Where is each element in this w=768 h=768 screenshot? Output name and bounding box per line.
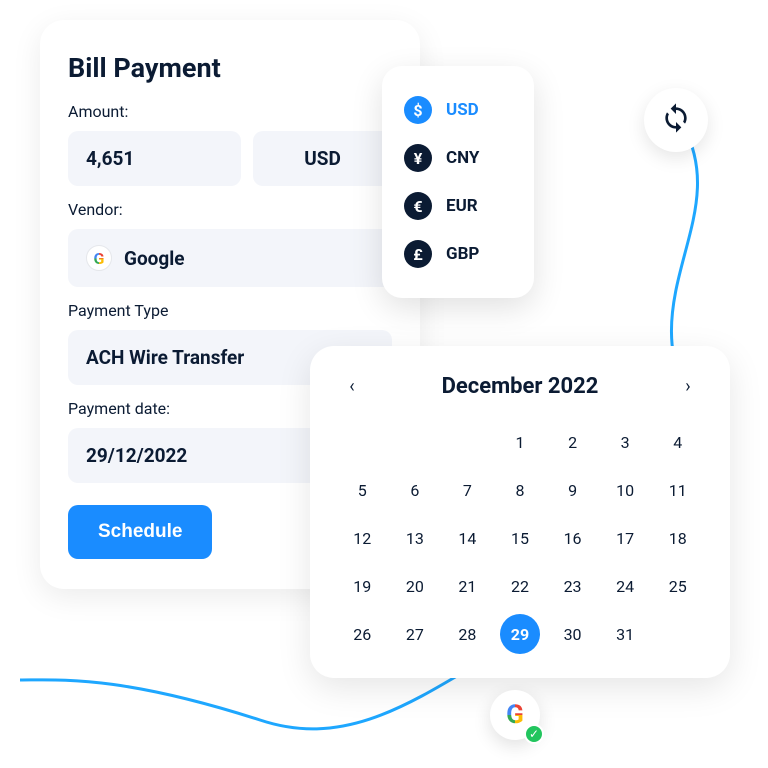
google-icon: G [506, 700, 524, 730]
calendar-day[interactable]: 27 [391, 614, 440, 654]
calendar-day[interactable]: 31 [601, 614, 650, 654]
payment-date-value: 29/12/2022 [86, 444, 187, 467]
calendar-day[interactable]: 28 [443, 614, 492, 654]
calendar-month-label: December 2022 [442, 374, 599, 399]
calendar-day[interactable]: 7 [443, 470, 492, 510]
calendar-prev-button[interactable]: ‹ [338, 372, 366, 400]
amount-input[interactable]: 4,651 [68, 131, 241, 186]
calendar-day[interactable]: 18 [653, 518, 702, 558]
calendar-day[interactable]: 8 [496, 470, 545, 510]
check-icon: ✓ [524, 724, 544, 744]
calendar-day[interactable]: 23 [548, 566, 597, 606]
currency-option-usd[interactable]: $ USD [402, 86, 514, 134]
calendar-day[interactable]: 15 [496, 518, 545, 558]
calendar-next-button[interactable]: › [674, 372, 702, 400]
calendar-day[interactable]: 21 [443, 566, 492, 606]
currency-option-cny[interactable]: ¥ CNY [402, 134, 514, 182]
calendar-day-empty [391, 422, 440, 462]
schedule-label: Schedule [98, 521, 182, 542]
currency-code-label: GBP [446, 244, 479, 264]
calendar-day[interactable]: 29 [500, 614, 540, 654]
refresh-badge[interactable] [644, 88, 708, 152]
calendar-day[interactable]: 20 [391, 566, 440, 606]
currency-value: USD [304, 147, 341, 170]
calendar-day[interactable]: 16 [548, 518, 597, 558]
card-title: Bill Payment [68, 52, 392, 84]
calendar-popover: ‹ December 2022 › 1234567891011121314151… [310, 346, 730, 678]
calendar-day[interactable]: 2 [548, 422, 597, 462]
vendor-label: Vendor: [68, 200, 392, 219]
calendar-grid: 1234567891011121314151617181920212223242… [338, 422, 702, 654]
vendor-select[interactable]: G Google [68, 229, 392, 287]
calendar-day[interactable]: 14 [443, 518, 492, 558]
currency-select[interactable]: USD [253, 131, 392, 186]
calendar-day[interactable]: 5 [338, 470, 387, 510]
chevron-left-icon: ‹ [349, 376, 354, 397]
payment-type-value: ACH Wire Transfer [86, 346, 244, 369]
calendar-day[interactable]: 13 [391, 518, 440, 558]
vendor-badge: G ✓ [490, 690, 540, 740]
calendar-day-empty [443, 422, 492, 462]
amount-value: 4,651 [86, 147, 134, 170]
refresh-icon [660, 102, 692, 138]
vendor-name: Google [124, 247, 185, 270]
currency-option-eur[interactable]: € EUR [402, 182, 514, 230]
currency-code-label: CNY [446, 148, 479, 168]
calendar-day[interactable]: 19 [338, 566, 387, 606]
currency-symbol-icon: £ [404, 240, 432, 268]
payment-type-label: Payment Type [68, 301, 392, 320]
calendar-day[interactable]: 4 [653, 422, 702, 462]
currency-option-gbp[interactable]: £ GBP [402, 230, 514, 278]
calendar-day[interactable]: 6 [391, 470, 440, 510]
amount-label: Amount: [68, 102, 392, 121]
calendar-day-empty [338, 422, 387, 462]
currency-code-label: EUR [446, 196, 478, 216]
currency-symbol-icon: ¥ [404, 144, 432, 172]
calendar-day[interactable]: 30 [548, 614, 597, 654]
calendar-day[interactable]: 10 [601, 470, 650, 510]
calendar-day[interactable]: 25 [653, 566, 702, 606]
calendar-day[interactable]: 26 [338, 614, 387, 654]
currency-menu: $ USD ¥ CNY € EUR £ GBP [382, 66, 534, 298]
currency-symbol-icon: € [404, 192, 432, 220]
calendar-day[interactable]: 22 [496, 566, 545, 606]
calendar-day[interactable]: 24 [601, 566, 650, 606]
calendar-day[interactable]: 9 [548, 470, 597, 510]
chevron-right-icon: › [685, 376, 690, 397]
calendar-day[interactable]: 17 [601, 518, 650, 558]
currency-code-label: USD [446, 100, 479, 120]
schedule-button[interactable]: Schedule [68, 505, 212, 559]
calendar-day[interactable]: 12 [338, 518, 387, 558]
calendar-day[interactable]: 1 [496, 422, 545, 462]
calendar-day[interactable]: 3 [601, 422, 650, 462]
currency-symbol-icon: $ [404, 96, 432, 124]
calendar-day[interactable]: 11 [653, 470, 702, 510]
google-icon: G [86, 245, 112, 271]
